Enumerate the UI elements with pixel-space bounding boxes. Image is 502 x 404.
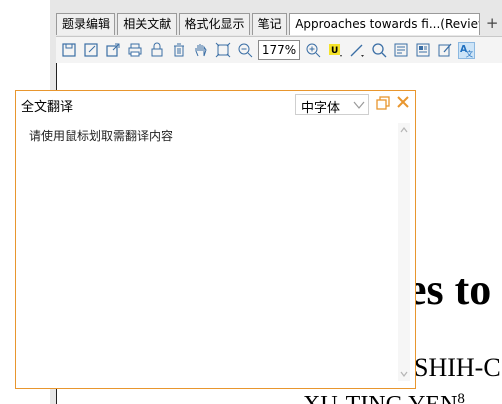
vertical-scrollbar[interactable] [398,123,410,381]
scroll-up-icon[interactable] [399,125,409,135]
translate-icon[interactable]: A文 [458,41,475,59]
document-author-line: SHIH-C [414,353,501,382]
zoom-in-icon[interactable] [304,42,321,59]
tab-bibliography-edit[interactable]: 题录编辑 [56,13,116,35]
language-select[interactable]: 中字体 [295,94,369,116]
close-icon[interactable] [396,95,410,109]
translation-placeholder: 请使用鼠标划取需翻译内容 [29,129,174,143]
print-icon[interactable] [126,42,143,59]
language-select-value: 中字体 [301,101,341,116]
lock-icon[interactable] [148,42,165,59]
chevron-down-icon [353,101,365,109]
translation-panel: 全文翻译 中字体 请使用鼠标划取需翻译内容 [15,90,416,389]
zoom-out-icon[interactable] [236,42,253,59]
export-icon[interactable] [104,42,121,59]
tab-document[interactable]: Approaches towards fi...(Review. [289,13,481,35]
save-as-icon[interactable] [82,42,99,59]
add-tab-button[interactable]: + [482,13,502,36]
line-icon[interactable] [348,42,365,59]
tab-notes[interactable]: 笔记 [251,13,288,35]
zoom-level-field[interactable]: 177% [258,40,300,60]
search-icon[interactable] [370,42,387,59]
delete-icon[interactable] [170,42,187,59]
highlight-icon[interactable]: U [326,42,343,59]
document-author-line: XU-TING YEN8 [303,391,465,404]
hand-icon[interactable] [192,42,209,59]
document-title: es to [407,265,492,314]
pdf-toolbar: 177% U A文 [56,36,502,63]
translation-panel-header[interactable]: 全文翻译 中字体 [16,91,415,118]
translation-output-area[interactable]: 请使用鼠标划取需翻译内容 [16,118,415,388]
annotate-icon[interactable] [436,42,453,59]
fit-page-icon[interactable] [214,42,231,59]
tab-formatted-view[interactable]: 格式化显示 [178,13,250,35]
svg-text:文: 文 [466,49,474,58]
scroll-down-icon[interactable] [399,369,409,379]
save-icon[interactable] [60,42,77,59]
tab-bar: 题录编辑 相关文献 格式化显示 笔记 Approaches towards fi… [56,13,502,36]
page-view-icon[interactable] [392,42,409,59]
tab-related-docs[interactable]: 相关文献 [117,13,177,35]
thumbnail-icon[interactable] [414,42,431,59]
copy-icon[interactable] [376,96,390,110]
panel-title: 全文翻译 [21,100,74,115]
svg-text:U: U [331,46,338,56]
